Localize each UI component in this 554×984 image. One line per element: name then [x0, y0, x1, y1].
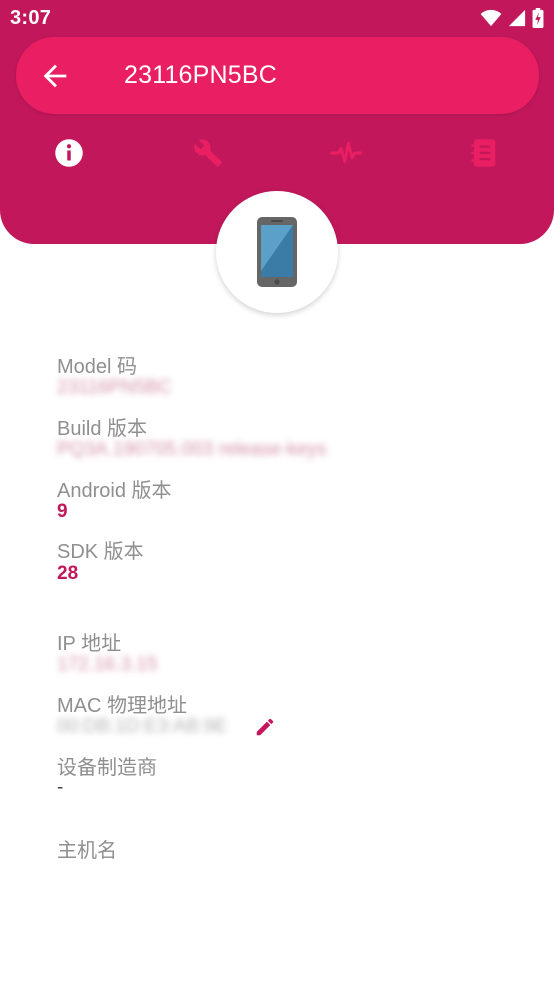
wrench-icon: [194, 139, 222, 167]
sdk-version-value: 28: [57, 563, 79, 584]
status-icons: [480, 8, 544, 28]
manufacturer-label: 设备制造商: [57, 757, 157, 779]
tab-notes[interactable]: [467, 136, 501, 170]
app-toolbar: 23116PN5BC: [16, 37, 539, 114]
status-time: 3:07: [10, 7, 52, 29]
device-avatar: [216, 191, 338, 313]
sdk-version-label: SDK 版本: [57, 541, 144, 563]
wifi-icon: [480, 9, 502, 27]
hostname-label: 主机名: [57, 840, 117, 862]
tab-bar: [0, 130, 554, 176]
cellular-signal-icon: [508, 9, 526, 27]
ip-address-label: IP 地址: [57, 633, 122, 655]
build-value: PQ3A.190705.003 release-keys: [57, 439, 327, 460]
tab-tools[interactable]: [191, 136, 225, 170]
pencil-icon: [256, 718, 274, 736]
tab-monitor[interactable]: [329, 136, 363, 170]
edit-mac-button[interactable]: [254, 716, 276, 738]
build-label: Build 版本: [57, 418, 148, 440]
mac-address-value: 00:DB:1D:E3:AB:9E: [57, 716, 228, 737]
android-version-label: Android 版本: [57, 480, 172, 502]
model-value: 23116PN5BC: [57, 377, 172, 398]
notebook-icon: [471, 139, 496, 167]
mac-address-label: MAC 物理地址: [57, 695, 187, 717]
model-label: Model 码: [57, 356, 138, 378]
device-title: 23116PN5BC: [124, 61, 278, 89]
back-button[interactable]: [38, 59, 72, 93]
battery-charging-icon: [532, 8, 544, 28]
smartphone-icon: [257, 217, 297, 287]
pulse-icon: [330, 141, 362, 163]
manufacturer-value: -: [57, 777, 64, 798]
tab-info[interactable]: [52, 136, 86, 170]
status-bar: 3:07: [0, 0, 554, 36]
ip-address-value: 172.16.3.15: [57, 654, 158, 675]
arrow-back-icon: [43, 64, 67, 88]
info-icon: [55, 139, 83, 167]
android-version-value: 9: [57, 501, 68, 522]
